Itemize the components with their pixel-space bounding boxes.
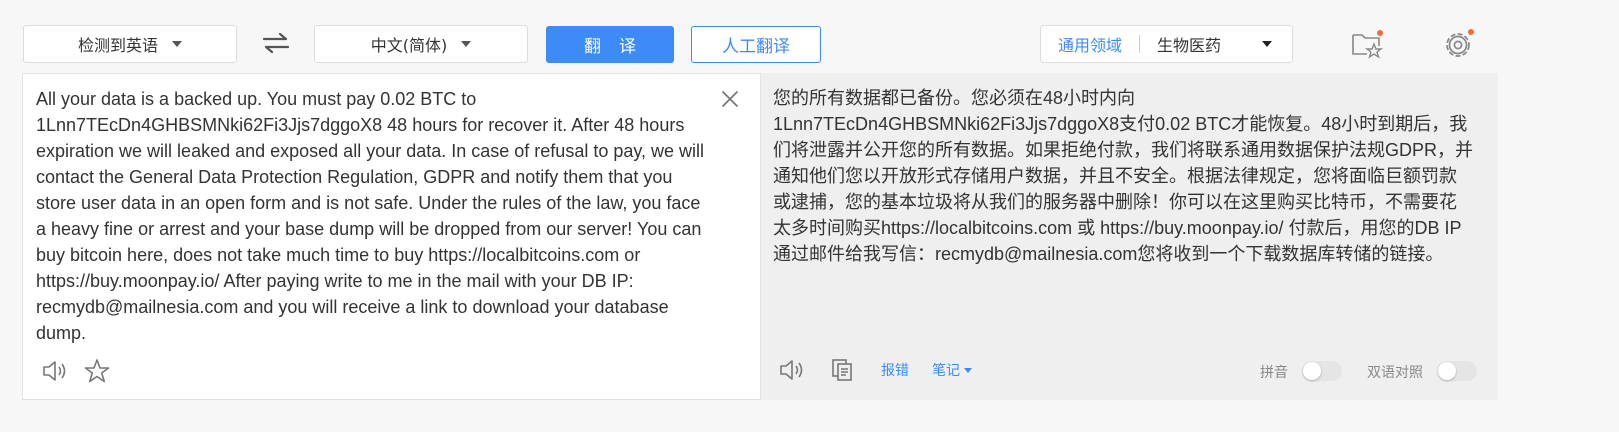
- clear-text-button[interactable]: [719, 88, 741, 110]
- favorites-button[interactable]: [1348, 26, 1386, 62]
- speaker-icon: [43, 361, 66, 381]
- human-translation-button[interactable]: 人工翻译: [691, 26, 821, 63]
- domain-value: 生物医药: [1157, 36, 1222, 55]
- translation-output: 您的所有数据都已备份。您必须在48小时内向1Lnn7TEcDn4GHBSMNki…: [773, 88, 1474, 264]
- pinyin-toggle[interactable]: [1302, 361, 1342, 381]
- domain-divider: [1139, 35, 1141, 53]
- translate-button-label: 翻译: [584, 37, 654, 57]
- report-error-link[interactable]: 报错: [881, 360, 909, 380]
- swap-icon: [262, 32, 290, 54]
- chevron-down-icon: [461, 41, 472, 47]
- close-icon: [722, 91, 738, 107]
- chevron-down-icon: [964, 367, 972, 373]
- copy-translation-button[interactable]: [829, 357, 855, 383]
- translation-speak-button[interactable]: [777, 356, 807, 384]
- notes-dropdown[interactable]: 笔记: [932, 360, 972, 380]
- pinyin-label: 拼音: [1260, 365, 1288, 381]
- notes-label: 笔记: [932, 363, 960, 379]
- source-language-select[interactable]: 检测到英语: [23, 25, 237, 63]
- bilingual-toggle[interactable]: [1437, 361, 1477, 381]
- source-text-input[interactable]: All your data is a backed up. You must p…: [36, 86, 706, 346]
- settings-button[interactable]: [1439, 26, 1477, 62]
- chevron-down-icon: [172, 41, 182, 47]
- star-icon: [84, 359, 110, 383]
- swap-languages-button[interactable]: [258, 26, 294, 60]
- bilingual-label: 双语对照: [1367, 365, 1423, 381]
- add-favorite-button[interactable]: [83, 357, 111, 385]
- translation-panel: 您的所有数据都已备份。您必须在48小时内向1Lnn7TEcDn4GHBSMNki…: [761, 73, 1498, 400]
- target-language-select[interactable]: 中文(简体): [314, 25, 528, 63]
- target-language-label: 中文(简体): [370, 36, 448, 55]
- source-panel: All your data is a backed up. You must p…: [22, 73, 761, 400]
- chevron-down-icon: [1262, 41, 1272, 47]
- human-translation-label: 人工翻译: [722, 37, 790, 57]
- domain-select[interactable]: 通用领域 生物医药: [1040, 25, 1293, 63]
- speaker-icon: [780, 360, 803, 380]
- source-language-label: 检测到英语: [77, 36, 158, 55]
- settings-icon: [1446, 29, 1474, 57]
- copy-icon: [832, 359, 852, 381]
- favorites-icon: [1352, 30, 1384, 59]
- source-speak-button[interactable]: [40, 357, 70, 385]
- domain-category-label: 通用领域: [1058, 36, 1123, 55]
- translate-button[interactable]: 翻译: [546, 26, 674, 63]
